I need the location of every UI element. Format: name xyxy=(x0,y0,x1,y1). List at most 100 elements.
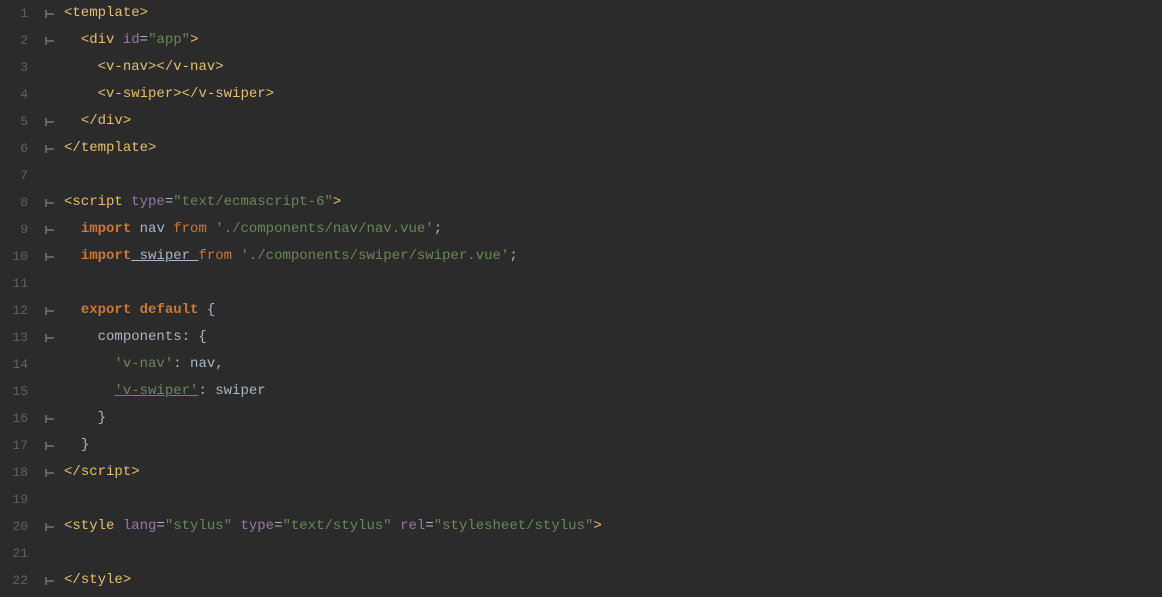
token-tag: > xyxy=(148,140,156,156)
token-tag: ></ xyxy=(173,86,198,102)
token-tag: </ xyxy=(81,113,98,129)
line-content: import swiper from './components/swiper/… xyxy=(60,243,1162,270)
token-tag: ></ xyxy=(148,59,173,75)
token-string: './components/swiper/swiper.vue' xyxy=(232,248,509,264)
token-tag: > xyxy=(333,194,341,210)
token-keyword: default xyxy=(131,302,198,318)
fold-gutter[interactable] xyxy=(40,197,60,209)
line-content: } xyxy=(60,432,1162,459)
code-line: 7 xyxy=(0,162,1162,189)
code-line: 14 'v-nav': nav, xyxy=(0,351,1162,378)
token-tag-name: v-nav xyxy=(106,59,148,75)
token-attr-name: type xyxy=(123,194,165,210)
code-line: 15 'v-swiper': swiper xyxy=(0,378,1162,405)
line-number: 15 xyxy=(0,378,40,405)
token-tag: > xyxy=(140,5,148,21)
line-number: 10 xyxy=(0,243,40,270)
code-line: 13 components: { xyxy=(0,324,1162,351)
fold-gutter[interactable] xyxy=(40,575,60,587)
token-from-kw: from xyxy=(173,221,207,237)
token-tag-name: script xyxy=(81,464,131,480)
token-keyword: export xyxy=(81,302,131,318)
token-tag: < xyxy=(81,32,89,48)
token-punctuation: : { xyxy=(182,329,207,345)
fold-gutter[interactable] xyxy=(40,224,60,236)
token-brace: } xyxy=(98,410,106,426)
token-attr-name: type xyxy=(232,518,274,534)
line-content: </div> xyxy=(60,108,1162,135)
fold-gutter[interactable] xyxy=(40,521,60,533)
code-editor: 1<template>2 <div id="app">3 <v-nav></v-… xyxy=(0,0,1162,597)
token-tag-name: v-swiper xyxy=(106,86,173,102)
token-prop-name: components xyxy=(98,329,182,345)
line-content: <v-nav></v-nav> xyxy=(60,54,1162,81)
token-import-name-underline: swiper xyxy=(131,248,198,264)
code-line: 10 import swiper from './components/swip… xyxy=(0,243,1162,270)
token-tag-name: script xyxy=(72,194,122,210)
line-content: <v-swiper></v-swiper> xyxy=(60,81,1162,108)
token-tag-name: div xyxy=(98,113,123,129)
line-content: <style lang="stylus" type="text/stylus" … xyxy=(60,513,1162,540)
fold-gutter[interactable] xyxy=(40,143,60,155)
token-attr-value: "stylus" xyxy=(165,518,232,534)
code-line: 21 xyxy=(0,540,1162,567)
code-line: 22</style> xyxy=(0,567,1162,594)
token-punctuation: : xyxy=(173,356,190,372)
line-number: 14 xyxy=(0,351,40,378)
fold-gutter[interactable] xyxy=(40,440,60,452)
line-content: <div id="app"> xyxy=(60,27,1162,54)
token-tag: > xyxy=(215,59,223,75)
fold-gutter[interactable] xyxy=(40,467,60,479)
code-line: 4 <v-swiper></v-swiper> xyxy=(0,81,1162,108)
token-tag-name: style xyxy=(72,518,114,534)
token-attr-value: "text/ecmascript-6" xyxy=(173,194,333,210)
token-tag-name: v-swiper xyxy=(198,86,265,102)
token-tag: </ xyxy=(64,140,81,156)
token-attr-eq: = xyxy=(165,194,173,210)
fold-gutter[interactable] xyxy=(40,413,60,425)
fold-gutter[interactable] xyxy=(40,8,60,20)
token-attr-eq: = xyxy=(140,32,148,48)
token-tag: > xyxy=(123,113,131,129)
line-content: </template> xyxy=(60,135,1162,162)
token-attr-name: rel xyxy=(392,518,426,534)
code-line: 6</template> xyxy=(0,135,1162,162)
fold-gutter[interactable] xyxy=(40,251,60,263)
token-tag: < xyxy=(98,86,106,102)
token-tag: > xyxy=(131,464,139,480)
line-content: components: { xyxy=(60,324,1162,351)
token-attr-value: "text/stylus" xyxy=(282,518,391,534)
line-number: 7 xyxy=(0,162,40,189)
token-tag-name: v-nav xyxy=(173,59,215,75)
code-line: 1 <template> xyxy=(0,0,1162,27)
fold-gutter[interactable] xyxy=(40,332,60,344)
line-number: 1 xyxy=(0,0,40,27)
code-line: 12 export default { xyxy=(0,297,1162,324)
line-content: 'v-nav': nav, xyxy=(60,351,1162,378)
line-number: 17 xyxy=(0,432,40,459)
token-tag-name: template xyxy=(72,5,139,21)
line-number: 4 xyxy=(0,81,40,108)
token-tag: > xyxy=(266,86,274,102)
fold-gutter[interactable] xyxy=(40,116,60,128)
token-punctuation: ; xyxy=(509,248,517,264)
line-number: 3 xyxy=(0,54,40,81)
line-number: 19 xyxy=(0,486,40,513)
line-number: 5 xyxy=(0,108,40,135)
token-punctuation: : xyxy=(198,383,215,399)
line-content: </script> xyxy=(60,459,1162,486)
token-attr-eq: = xyxy=(425,518,433,534)
fold-gutter[interactable] xyxy=(40,305,60,317)
line-content: <template> xyxy=(60,0,1162,27)
token-attr-value: "stylesheet/stylus" xyxy=(434,518,594,534)
line-number: 12 xyxy=(0,297,40,324)
token-attr-value: "app" xyxy=(148,32,190,48)
token-tag-name: div xyxy=(89,32,114,48)
line-content: } xyxy=(60,405,1162,432)
token-brace: { xyxy=(198,302,215,318)
fold-gutter[interactable] xyxy=(40,35,60,47)
code-line: 17 } xyxy=(0,432,1162,459)
code-line: 11 xyxy=(0,270,1162,297)
line-number: 20 xyxy=(0,513,40,540)
line-number: 22 xyxy=(0,567,40,594)
